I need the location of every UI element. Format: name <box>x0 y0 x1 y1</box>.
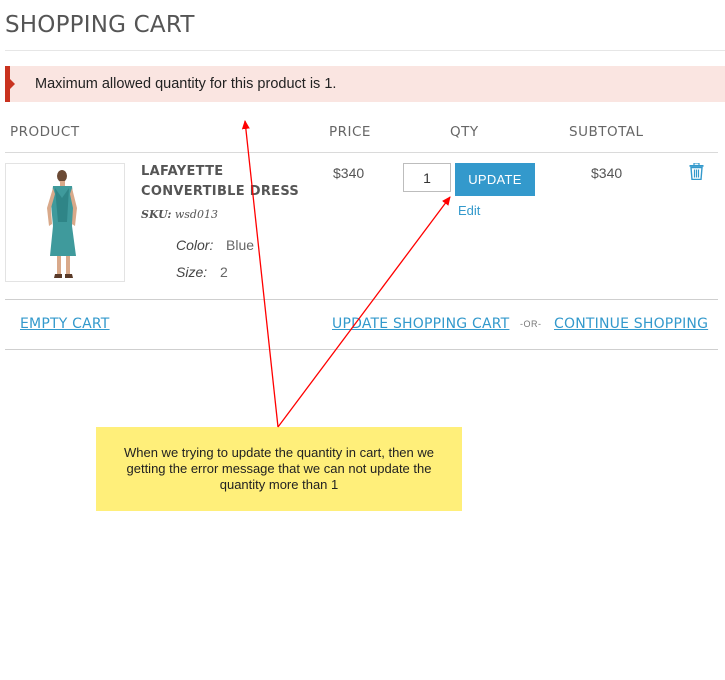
product-sku: SKU: wsd013 <box>141 208 218 221</box>
error-marker-icon <box>9 78 15 90</box>
option-color-value: Blue <box>226 237 255 253</box>
annotation-arrows <box>241 120 451 428</box>
product-name[interactable]: LAFAYETTE CONVERTIBLE DRESS <box>141 162 331 202</box>
continue-shopping-link[interactable]: CONTINUE SHOPPING <box>554 316 708 332</box>
empty-cart-link[interactable]: EMPTY CART <box>20 316 110 332</box>
page-title: SHOPPING CART <box>5 12 195 38</box>
actions-divider <box>5 349 718 350</box>
header-divider <box>5 152 718 153</box>
update-shopping-cart-link[interactable]: UPDATE SHOPPING CART <box>332 316 509 332</box>
option-size-value: 2 <box>220 264 228 280</box>
title-divider <box>5 50 725 51</box>
dress-model-image <box>47 170 77 278</box>
column-header-product: PRODUCT <box>10 124 80 140</box>
qty-input[interactable] <box>403 163 451 192</box>
annotation-note: When we trying to update the quantity in… <box>96 427 462 511</box>
error-message: Maximum allowed quantity for this produc… <box>5 66 725 102</box>
sku-label: SKU: <box>141 208 172 221</box>
option-size-label: Size: <box>176 264 208 280</box>
edit-item-link[interactable]: Edit <box>458 203 480 218</box>
column-header-price: PRICE <box>329 124 371 140</box>
product-name-line2: CONVERTIBLE DRESS <box>141 184 300 199</box>
column-header-subtotal: SUBTOTAL <box>569 124 644 140</box>
option-color-label: Color: <box>176 237 214 253</box>
arrow-to-update-button <box>277 196 451 428</box>
item-subtotal: $340 <box>591 165 623 181</box>
update-qty-button[interactable]: UPDATE <box>455 163 535 196</box>
product-image[interactable] <box>5 163 125 282</box>
sku-value: wsd013 <box>174 208 218 221</box>
or-separator: -OR- <box>520 319 542 329</box>
error-message-text: Maximum allowed quantity for this produc… <box>35 76 337 92</box>
product-name-line1: LAFAYETTE <box>141 164 224 179</box>
column-header-qty: QTY <box>450 124 479 140</box>
trash-icon[interactable] <box>689 162 704 185</box>
item-row-divider <box>5 299 718 300</box>
item-price: $340 <box>333 165 365 181</box>
